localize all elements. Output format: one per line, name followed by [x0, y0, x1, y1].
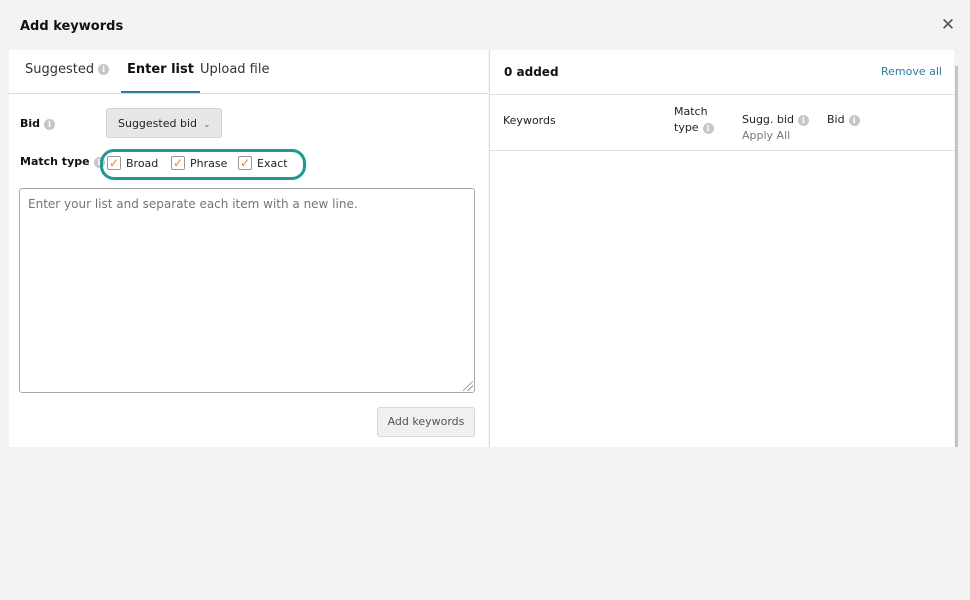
dialog-header: Add keywords ✕: [0, 0, 970, 50]
checkmark-icon: ✓: [238, 156, 252, 170]
tab-bar: Suggested i Enter list Upload file: [9, 50, 488, 94]
keyword-list-input[interactable]: [19, 188, 475, 393]
chevron-down-icon: ⌄: [203, 120, 211, 130]
column-bid-label: Bid: [827, 113, 845, 126]
match-type-label-text: Match type: [20, 155, 90, 168]
checkbox-phrase-label: Phrase: [190, 156, 228, 170]
bid-label: Bid i: [20, 117, 56, 130]
tab-suggested-label: Suggested: [25, 62, 95, 77]
info-icon: i: [848, 114, 860, 126]
checkbox-exact[interactable]: ✓ Exact: [238, 156, 288, 170]
checkbox-exact-label: Exact: [257, 156, 288, 170]
added-keywords-panel: 0 added Remove all Keywords Match type i …: [489, 50, 955, 447]
bid-select-value: Suggested bid: [118, 117, 197, 130]
match-type-label: Match type i: [20, 155, 105, 168]
column-match-line2: type: [674, 121, 699, 134]
added-count: 0 added: [504, 65, 559, 79]
bid-label-text: Bid: [20, 117, 41, 130]
resize-handle-icon[interactable]: [463, 381, 473, 391]
info-icon: i: [797, 114, 809, 126]
tab-enter-list[interactable]: Enter list: [121, 62, 200, 93]
add-keywords-button[interactable]: Add keywords: [377, 407, 475, 437]
info-icon: i: [98, 64, 110, 75]
tab-enter-list-label: Enter list: [127, 62, 194, 77]
column-sugg-bid-label: Sugg. bid: [742, 113, 794, 126]
info-icon: i: [702, 122, 714, 134]
column-bid: Bid i: [827, 112, 860, 128]
checkbox-broad-label: Broad: [126, 156, 159, 170]
checkbox-phrase[interactable]: ✓ Phrase: [171, 156, 227, 170]
tab-upload-file-label: Upload file: [200, 62, 270, 77]
column-match-line1: Match: [674, 105, 708, 118]
checkbox-broad[interactable]: ✓ Broad: [107, 156, 158, 170]
bid-select[interactable]: Suggested bid ⌄: [106, 108, 222, 138]
tab-suggested[interactable]: Suggested i: [25, 62, 110, 93]
column-sugg-bid: Sugg. bid i Apply All: [742, 112, 822, 144]
column-keywords: Keywords: [503, 114, 556, 127]
info-icon: i: [44, 118, 56, 130]
column-match-type: Match type i: [674, 104, 724, 136]
keyword-entry-panel: Suggested i Enter list Upload file Bid i S…: [9, 50, 488, 447]
tab-upload-file[interactable]: Upload file: [200, 62, 269, 93]
checkmark-icon: ✓: [107, 156, 121, 170]
panel-scrollbar[interactable]: [955, 66, 958, 447]
keywords-table-header: Keywords Match type i Sugg. bid i Apply Al…: [490, 94, 955, 151]
checkmark-icon: ✓: [171, 156, 185, 170]
remove-all-link[interactable]: Remove all: [881, 65, 942, 78]
apply-all-link[interactable]: Apply All: [742, 128, 822, 144]
close-icon[interactable]: ✕: [940, 16, 956, 34]
dialog-title: Add keywords: [20, 19, 124, 34]
